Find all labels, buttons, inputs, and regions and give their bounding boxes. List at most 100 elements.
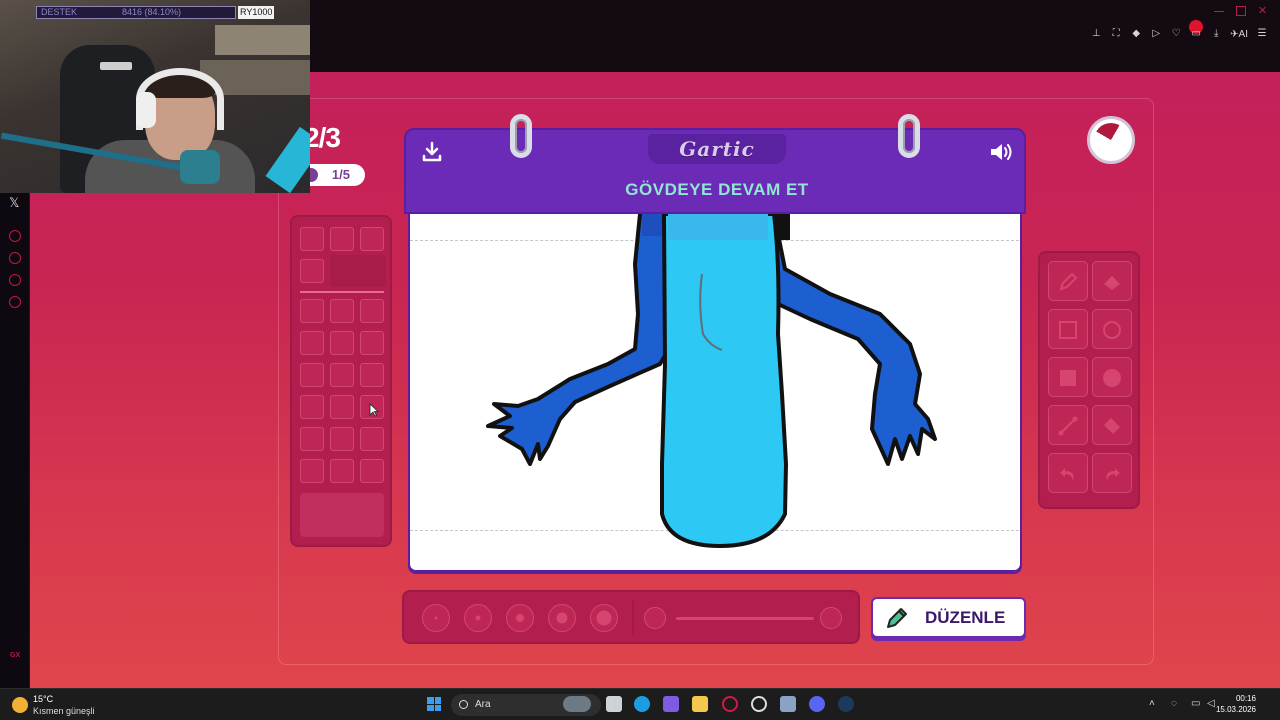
color-swatch[interactable]: [330, 395, 354, 419]
settings-icon[interactable]: [9, 296, 21, 308]
color-swatch[interactable]: [330, 331, 354, 355]
circle-fill-icon[interactable]: [1092, 357, 1132, 397]
obs-icon[interactable]: [751, 696, 767, 712]
opacity-min-knob[interactable]: [644, 607, 666, 629]
search-placeholder: Ara: [475, 699, 491, 710]
close-icon[interactable]: ✕: [1258, 6, 1268, 17]
color-swatch[interactable]: [330, 459, 354, 483]
color-swatch[interactable]: [330, 363, 354, 387]
tools-panel: [1038, 251, 1140, 509]
color-swatch[interactable]: [300, 363, 324, 387]
sound-icon[interactable]: [988, 140, 1014, 164]
screenshot-icon[interactable]: ⛶: [1110, 28, 1122, 40]
menu-icon[interactable]: ☰: [1256, 28, 1268, 40]
fill-bucket-icon[interactable]: [1092, 405, 1132, 445]
turn-counter-value: 1/5: [331, 167, 350, 182]
undo-icon[interactable]: [1048, 453, 1088, 493]
timer-fill: [1094, 123, 1128, 157]
color-swatch[interactable]: [360, 363, 384, 387]
stream-goal-label: DESTEK: [41, 7, 78, 17]
pencil-icon: [887, 608, 907, 628]
download-icon[interactable]: [420, 140, 444, 164]
file-explorer-icon[interactable]: [692, 696, 708, 712]
copilot-icon[interactable]: [663, 696, 679, 712]
color-swatch[interactable]: [300, 459, 324, 483]
taskbar-clock[interactable]: 00:16 15.03.2026: [1216, 693, 1256, 715]
brush-size-1[interactable]: [422, 604, 450, 632]
stream-goal-bar: DESTEK 8416 (84.10%): [36, 6, 236, 19]
color-swatch[interactable]: [360, 427, 384, 451]
eraser-icon[interactable]: [1092, 261, 1132, 301]
mouse-cursor-icon: [369, 403, 379, 417]
chat-icon[interactable]: [9, 274, 21, 286]
color-swatch[interactable]: [330, 227, 354, 251]
color-swatch[interactable]: [300, 299, 324, 323]
news-widget-icon[interactable]: [563, 696, 591, 712]
edge-icon[interactable]: [634, 696, 650, 712]
color-swatch[interactable]: [330, 299, 354, 323]
steam-icon[interactable]: [838, 696, 854, 712]
sidebar-circle-icon[interactable]: [9, 230, 21, 242]
color-swatch[interactable]: [300, 395, 324, 419]
weather-temp: 15°C: [33, 694, 54, 704]
download-icon[interactable]: ⤓: [1210, 28, 1222, 40]
brush-size-3[interactable]: [506, 604, 534, 632]
app-icon[interactable]: [780, 696, 796, 712]
color-swatch[interactable]: [360, 459, 384, 483]
box-icon[interactable]: ▭: [1190, 28, 1202, 40]
network-icon[interactable]: ▭: [1191, 698, 1200, 709]
x-icon[interactable]: 𝕏: [9, 195, 19, 211]
color-swatch[interactable]: [360, 299, 384, 323]
color-swatch[interactable]: [300, 227, 324, 251]
play-icon[interactable]: ▷: [1150, 28, 1162, 40]
sidebar-gx-label: GX: [10, 652, 21, 659]
weather-sun-icon[interactable]: [12, 697, 28, 713]
start-button[interactable]: [427, 697, 441, 711]
brush-size-4[interactable]: [548, 604, 576, 632]
rectangle-outline-icon[interactable]: [1048, 309, 1088, 349]
line-icon[interactable]: [1048, 405, 1088, 445]
color-swatch[interactable]: [360, 227, 384, 251]
brush-size-5[interactable]: [590, 604, 618, 632]
pin-icon[interactable]: ⊥: [1090, 28, 1102, 40]
color-swatch[interactable]: [300, 259, 324, 283]
custom-color-picker[interactable]: [300, 493, 384, 537]
color-swatch[interactable]: [300, 331, 324, 355]
color-palette: [290, 215, 392, 547]
pencil-icon[interactable]: [1048, 261, 1088, 301]
ai-icon[interactable]: ✈AI: [1230, 29, 1248, 40]
browser-toolbar: ⊥ ⛶ ◆ ▷ ♡ ▭ ⤓ ✈AI ☰: [1090, 28, 1268, 40]
history-icon[interactable]: [9, 252, 21, 264]
notebook-ring-right: [898, 114, 920, 158]
stream-goal-value: 8416 (84.10%): [122, 7, 182, 17]
minimize-icon[interactable]: [1214, 6, 1224, 12]
chair-logo: [100, 62, 132, 70]
color-swatch[interactable]: [330, 427, 354, 451]
shield-icon[interactable]: ◆: [1130, 28, 1142, 40]
maximize-icon[interactable]: [1236, 6, 1246, 16]
tray-chevron-icon[interactable]: ˄: [1149, 698, 1155, 709]
opacity-slider-knob[interactable]: [820, 607, 842, 629]
rectangle-fill-icon[interactable]: [1048, 357, 1088, 397]
volume-icon[interactable]: ◁: [1207, 698, 1215, 709]
task-view-icon[interactable]: [606, 696, 622, 712]
clock-date: 15.03.2026: [1215, 705, 1256, 714]
opacity-slider[interactable]: [676, 617, 814, 620]
brush-size-2[interactable]: [464, 604, 492, 632]
redo-icon[interactable]: [1092, 453, 1132, 493]
opera-gx-icon[interactable]: [722, 696, 738, 712]
color-swatch[interactable]: [300, 427, 324, 451]
webcam-overlay: DESTEK 8416 (84.10%) RY1000: [0, 0, 310, 193]
discord-icon[interactable]: [809, 696, 825, 712]
windows-taskbar: 15°C Kısmen güneşli Ara ˄ ◌ ▭ ◁ 00:16 15…: [0, 688, 1280, 720]
palette-divider: [300, 291, 384, 293]
color-swatch[interactable]: [360, 331, 384, 355]
mic-tray-icon[interactable]: ◌: [1171, 698, 1177, 709]
circle-outline-icon[interactable]: [1092, 309, 1132, 349]
drawing-notebook: Gartic GÖVDEYE DEVAM ET: [404, 114, 1026, 578]
led-light: [265, 126, 310, 193]
heart-icon[interactable]: ♡: [1170, 28, 1182, 40]
brush-size-bar: [402, 590, 860, 644]
edit-button[interactable]: DÜZENLE: [871, 597, 1026, 638]
drawing-canvas[interactable]: [408, 214, 1022, 572]
